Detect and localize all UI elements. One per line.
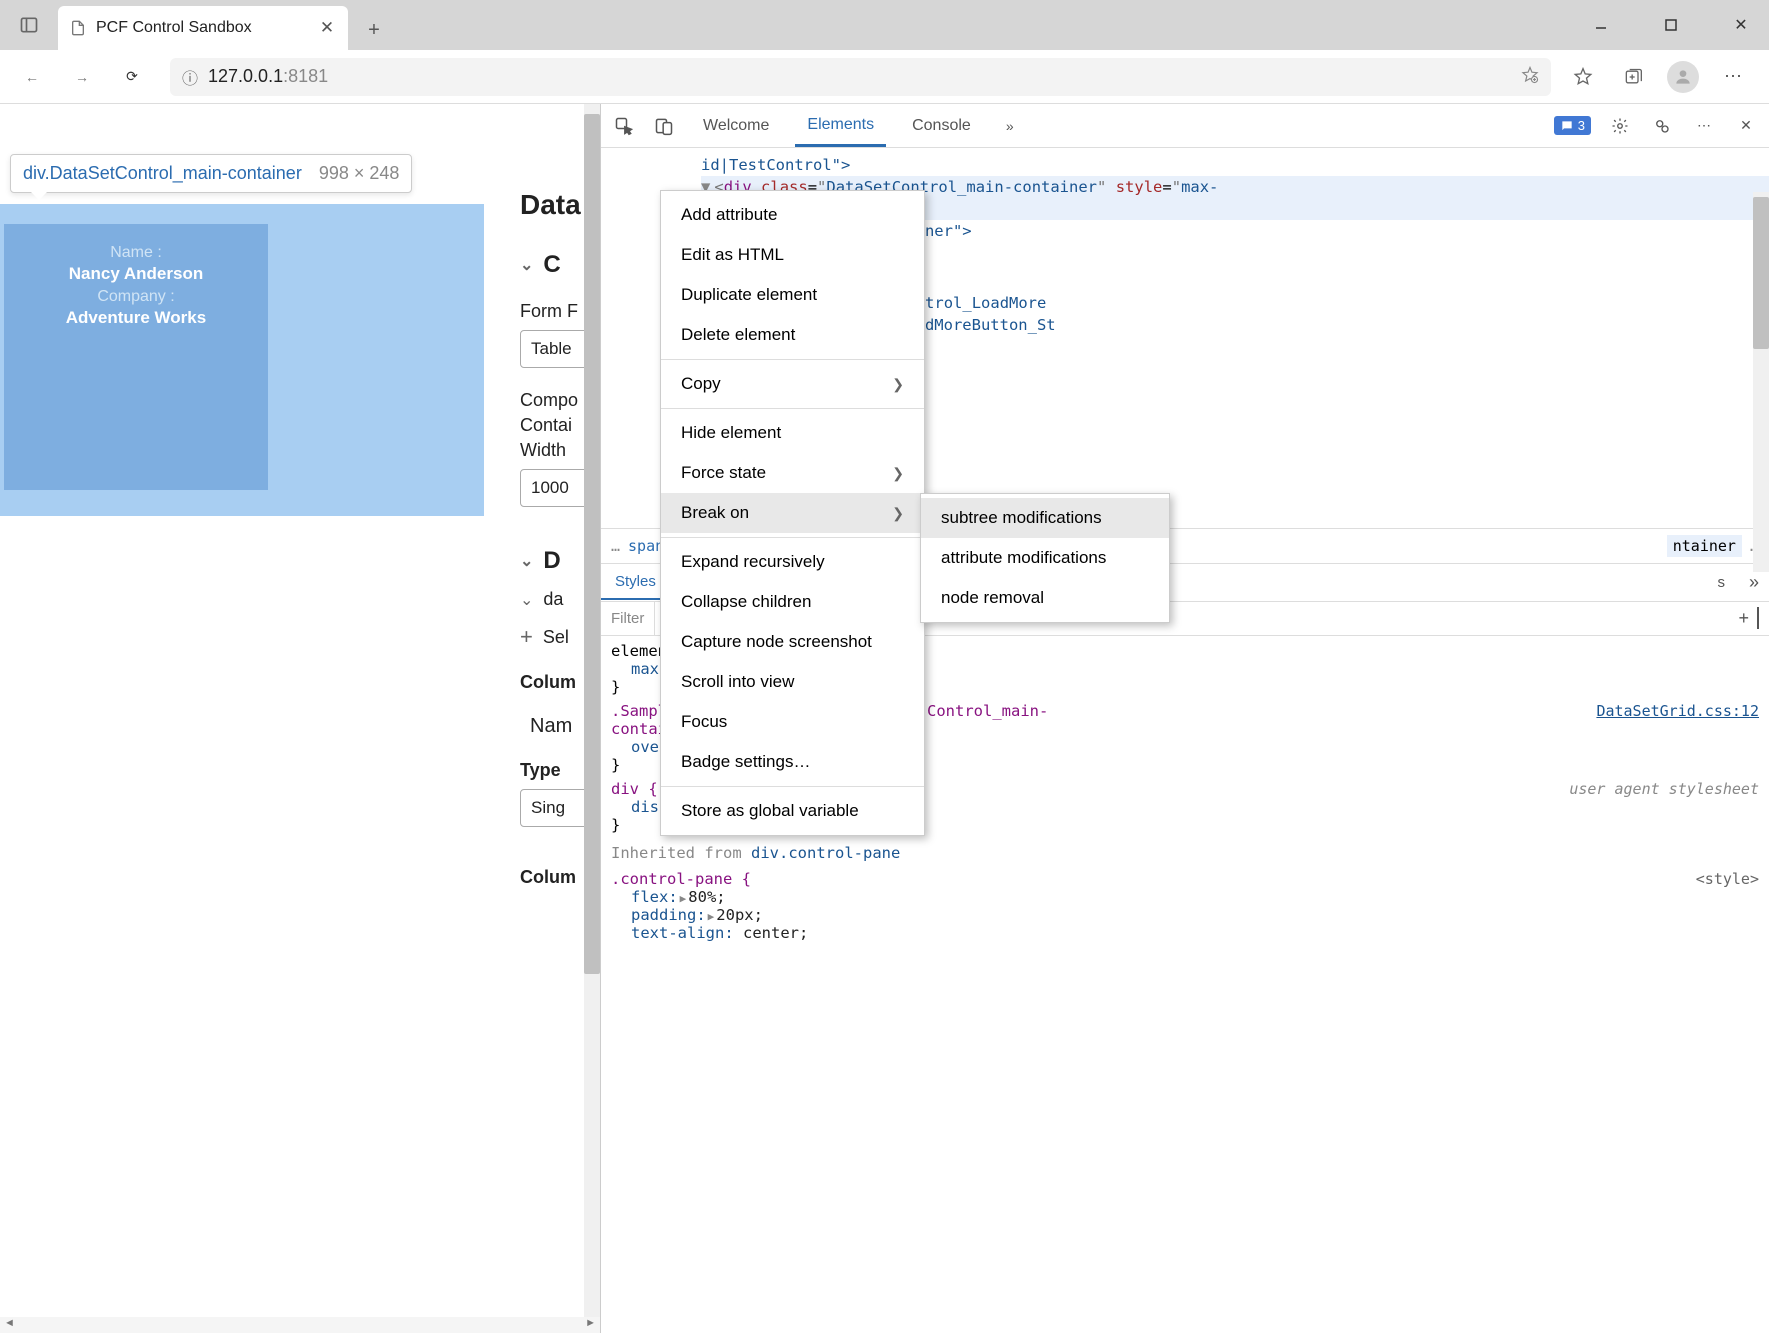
page-hscrollbar[interactable]: ◄► <box>0 1317 600 1333</box>
tooltip-dims: 998 × 248 <box>319 163 400 183</box>
ctx-hide[interactable]: Hide element <box>661 413 924 453</box>
browser-tab[interactable]: PCF Control Sandbox ✕ <box>58 6 348 50</box>
more-icon[interactable]: ⋯ <box>1691 113 1717 139</box>
crumb-span[interactable]: span <box>628 537 664 555</box>
context-submenu-break: subtree modifications attribute modifica… <box>920 493 1170 623</box>
window-controls: ✕ <box>1581 0 1769 50</box>
tab-welcome[interactable]: Welcome <box>691 107 781 145</box>
reload-button[interactable]: ⟳ <box>110 55 154 99</box>
highlight-card: Name : Nancy Anderson Company : Adventur… <box>4 224 268 490</box>
minimize-button[interactable] <box>1581 5 1621 45</box>
close-window-button[interactable]: ✕ <box>1721 5 1761 45</box>
css-source-link[interactable]: DataSetGrid.css:12 <box>1596 702 1759 720</box>
tab-other[interactable]: s <box>1703 566 1739 599</box>
gear-icon[interactable] <box>1607 113 1633 139</box>
toggle-panel-icon[interactable] <box>1757 608 1759 629</box>
url-text: 127.0.0.1:8181 <box>208 66 328 87</box>
card-name-label: Name : <box>4 244 268 262</box>
more-menu-icon[interactable]: ⋯ <box>1717 61 1749 93</box>
more-tabs-icon[interactable]: » <box>997 113 1023 139</box>
chevron-right-icon: ❯ <box>892 376 904 393</box>
ctx-copy[interactable]: Copy❯ <box>661 364 924 404</box>
close-tab-icon[interactable]: ✕ <box>318 19 336 37</box>
ctx-edit-html[interactable]: Edit as HTML <box>661 235 924 275</box>
maximize-button[interactable] <box>1651 5 1691 45</box>
inspect-tooltip: div.DataSetControl_main-container 998 × … <box>10 154 412 193</box>
tab-elements[interactable]: Elements <box>795 106 886 147</box>
ctx-break-attr[interactable]: attribute modifications <box>921 538 1169 578</box>
browser-titlebar: PCF Control Sandbox ✕ + ✕ <box>0 0 1769 50</box>
chevron-down-icon: ⌄ <box>520 551 533 571</box>
new-tab-button[interactable]: + <box>354 10 394 50</box>
page-scrollbar[interactable] <box>584 104 600 1333</box>
activity-icon[interactable] <box>1649 113 1675 139</box>
ctx-delete[interactable]: Delete element <box>661 315 924 355</box>
chevron-right-icon: ❯ <box>892 465 904 482</box>
card-company-label: Company : <box>4 288 268 306</box>
ctx-add-attribute[interactable]: Add attribute <box>661 195 924 235</box>
profile-avatar[interactable] <box>1667 61 1699 93</box>
ctx-expand[interactable]: Expand recursively <box>661 542 924 582</box>
ctx-capture[interactable]: Capture node screenshot <box>661 622 924 662</box>
chevron-down-icon: ⌄ <box>520 590 533 610</box>
page-icon <box>70 20 86 36</box>
site-info-icon[interactable]: ⓘ <box>182 65 198 89</box>
device-toggle-icon[interactable] <box>651 113 677 139</box>
ctx-break-subtree[interactable]: subtree modifications <box>921 498 1169 538</box>
crumb-tail[interactable]: ntainer <box>1667 535 1742 557</box>
page-viewport: div.DataSetControl_main-container 998 × … <box>0 104 600 1333</box>
tree-scrollbar[interactable] <box>1753 192 1769 572</box>
ctx-badge[interactable]: Badge settings… <box>661 742 924 782</box>
ctx-break-on[interactable]: Break on❯ <box>661 493 924 533</box>
ctx-break-node[interactable]: node removal <box>921 578 1169 618</box>
favorites-icon[interactable] <box>1567 61 1599 93</box>
ctx-force-state[interactable]: Force state❯ <box>661 453 924 493</box>
address-bar: ← → ⟳ ⓘ 127.0.0.1:8181 ⋯ <box>0 50 1769 104</box>
inspect-icon[interactable] <box>611 113 637 139</box>
ctx-focus[interactable]: Focus <box>661 702 924 742</box>
close-devtools-icon[interactable]: ✕ <box>1733 113 1759 139</box>
card-name-value: Nancy Anderson <box>4 264 268 284</box>
styles-filter-input[interactable]: Filter <box>601 602 655 635</box>
ctx-duplicate[interactable]: Duplicate element <box>661 275 924 315</box>
context-menu: Add attribute Edit as HTML Duplicate ele… <box>660 190 925 836</box>
ua-stylesheet-label: user agent stylesheet <box>1569 780 1759 798</box>
url-box[interactable]: ⓘ 127.0.0.1:8181 <box>170 58 1551 96</box>
ctx-collapse[interactable]: Collapse children <box>661 582 924 622</box>
forward-button: → <box>60 55 104 99</box>
ctx-scroll[interactable]: Scroll into view <box>661 662 924 702</box>
devtools-header: Welcome Elements Console » 3 ⋯ ✕ <box>601 104 1769 148</box>
card-company-value: Adventure Works <box>4 308 268 328</box>
chevron-down-icon: ⌄ <box>520 255 533 275</box>
chevron-right-icon: ❯ <box>892 505 904 522</box>
favorite-icon[interactable] <box>1521 66 1539 87</box>
highlight-container: Name : Nancy Anderson Company : Adventur… <box>0 204 484 516</box>
collections-icon[interactable] <box>1617 61 1649 93</box>
tooltip-selector: div.DataSetControl_main-container <box>23 163 302 183</box>
plus-icon: + <box>520 624 533 650</box>
ctx-store[interactable]: Store as global variable <box>661 791 924 831</box>
issues-badge[interactable]: 3 <box>1554 116 1591 135</box>
tab-console[interactable]: Console <box>900 107 983 145</box>
new-rule-icon[interactable]: + <box>1738 608 1749 629</box>
tab-actions-icon[interactable] <box>0 0 58 50</box>
back-button[interactable]: ← <box>10 55 54 99</box>
tab-title: PCF Control Sandbox <box>96 19 308 37</box>
style-source: <style> <box>1696 870 1759 888</box>
